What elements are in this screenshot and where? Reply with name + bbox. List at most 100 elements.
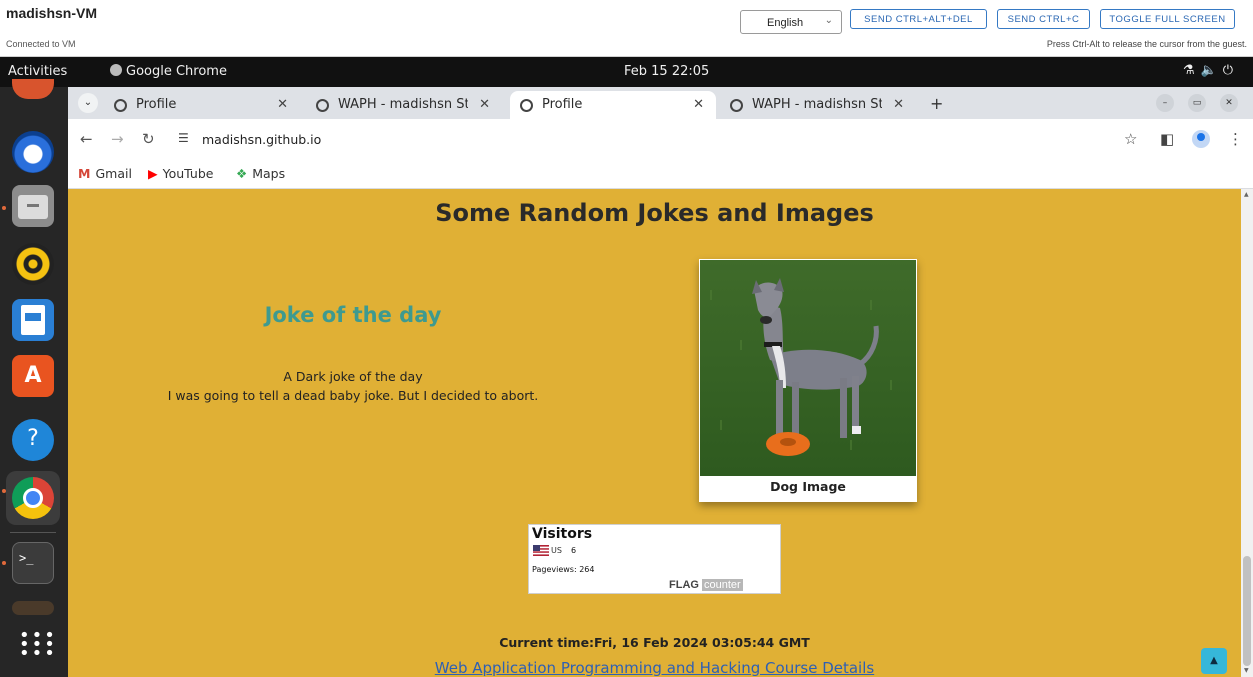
new-tab-button[interactable]: + [930, 94, 943, 113]
bookmark-label: Gmail [95, 166, 132, 181]
joke-text: I was going to tell a dead baby joke. Bu… [167, 388, 539, 403]
reload-button[interactable]: ↻ [142, 130, 155, 148]
show-apps-icon[interactable]: ••• ••• ••• [12, 625, 55, 667]
gnome-top-bar: Activities Google Chrome Feb 15 22:05 ⚗🔈… [0, 57, 1253, 87]
flag-counter-logo: FLAG counter [669, 579, 743, 591]
tab-profile-active[interactable]: Profile ✕ [510, 91, 716, 119]
dog-image-caption: Dog Image [770, 479, 846, 494]
tab-title: WAPH - madishsn Studer [338, 97, 468, 112]
globe-icon [730, 99, 743, 112]
firefox-icon[interactable] [12, 79, 54, 99]
terminal-icon[interactable]: >_ [12, 542, 54, 584]
pageviews-count: Pageviews: 264 [532, 565, 595, 574]
globe-icon [520, 99, 533, 112]
globe-icon [114, 99, 127, 112]
maximize-button[interactable]: ▭ [1188, 94, 1206, 112]
tab-title: Profile [136, 97, 177, 112]
volume-icon: 🔈 [1200, 63, 1223, 78]
logo-counter-text: counter [702, 579, 743, 591]
thunderbird-icon[interactable] [12, 131, 54, 173]
tab-strip: ⌄ Profile ✕ WAPH - madishsn Studer ✕ Pro… [68, 87, 1253, 119]
chrome-window: ⌄ Profile ✕ WAPH - madishsn Studer ✕ Pro… [68, 87, 1253, 677]
address-bar[interactable]: ☰ madishsn.github.io [172, 125, 1112, 155]
close-tab-icon[interactable]: ✕ [693, 97, 704, 112]
chevron-up-icon: ▲ [1210, 655, 1218, 666]
activities-button[interactable]: Activities [8, 64, 67, 79]
vm-console-header: madishsn-VM Connected to VM English ⌄ SE… [0, 0, 1253, 57]
app-menu[interactable]: Google Chrome [110, 64, 227, 79]
gmail-icon: M [78, 166, 91, 181]
close-tab-icon[interactable]: ✕ [277, 97, 288, 112]
forward-button[interactable]: → [111, 130, 124, 148]
send-ctrl-alt-del-button[interactable]: SEND CTRL+ALT+DEL [850, 9, 987, 29]
dock: A ? >_ ••• ••• ••• [0, 79, 68, 677]
help-icon[interactable]: ? [12, 419, 54, 461]
maps-icon: ❖ [236, 166, 248, 181]
running-indicator [2, 206, 6, 210]
language-select-value: English [767, 17, 804, 29]
bookmark-label: Maps [252, 166, 286, 181]
vm-title: madishsn-VM [6, 5, 98, 21]
visitor-country: US [551, 546, 562, 555]
dog-image [700, 260, 916, 476]
bookmark-youtube[interactable]: ▶ YouTube [148, 166, 213, 181]
trash-icon[interactable] [12, 601, 54, 615]
dock-separator [10, 532, 56, 533]
us-flag-icon [533, 545, 549, 556]
back-button[interactable]: ← [80, 130, 93, 148]
dog-image-card: Dog Image [699, 259, 917, 502]
page-scrollbar[interactable]: ▲ ▼ [1241, 189, 1253, 677]
clock[interactable]: Feb 15 22:05 [624, 64, 709, 79]
writer-icon[interactable] [12, 299, 54, 341]
bookmark-label: YouTube [162, 166, 214, 181]
tab-waph[interactable]: WAPH - madishsn Studer ✕ [306, 91, 502, 119]
toggle-full-screen-button[interactable]: TOGGLE FULL SCREEN [1100, 9, 1235, 29]
logo-flag-text: FLAG [669, 579, 699, 591]
back-to-top-button[interactable]: ▲ [1201, 648, 1227, 674]
site-info-icon[interactable]: ☰ [178, 131, 189, 145]
language-select[interactable]: English ⌄ [740, 10, 842, 34]
browser-toolbar: ← → ↻ ☰ madishsn.github.io ☆ ◧ ⋮ [68, 119, 1253, 161]
scroll-up-icon[interactable]: ▲ [1244, 191, 1249, 198]
joke-title: Joke of the day [264, 303, 442, 327]
send-ctrl-c-button[interactable]: SEND CTRL+C [997, 9, 1090, 29]
bookmark-gmail[interactable]: M Gmail [78, 166, 132, 181]
close-tab-icon[interactable]: ✕ [479, 97, 490, 112]
joke-intro: A Dark joke of the day [283, 369, 423, 384]
tab-title: Profile [542, 97, 583, 112]
flag-counter-widget[interactable]: Visitors US 6 Pageviews: 264 FLAG counte… [528, 524, 781, 594]
web-page: Some Random Jokes and Images Joke of the… [68, 189, 1241, 677]
rhythmbox-icon[interactable] [12, 243, 54, 285]
chrome-app-icon [110, 64, 122, 76]
visitors-title: Visitors [532, 526, 593, 542]
bookmark-maps[interactable]: ❖ Maps [236, 166, 285, 181]
current-time: Current time:Fri, 16 Feb 2024 03:05:44 G… [499, 635, 810, 650]
menu-dots-icon[interactable]: ⋮ [1228, 130, 1243, 148]
page-heading: Some Random Jokes and Images [435, 199, 874, 227]
chrome-icon[interactable] [12, 477, 54, 519]
profile-avatar[interactable] [1192, 130, 1210, 148]
scrollbar-thumb[interactable] [1243, 556, 1251, 666]
close-window-button[interactable]: ✕ [1220, 94, 1238, 112]
close-tab-icon[interactable]: ✕ [893, 97, 904, 112]
scroll-down-icon[interactable]: ▼ [1244, 667, 1249, 674]
bookmarks-bar: M Gmail ▶ YouTube ❖ Maps [68, 161, 1253, 189]
url-text: madishsn.github.io [202, 132, 322, 147]
side-panel-icon[interactable]: ◧ [1160, 130, 1174, 148]
chevron-down-icon: ⌄ [824, 15, 833, 26]
app-menu-label: Google Chrome [126, 64, 227, 79]
minimize-button[interactable]: – [1156, 94, 1174, 112]
youtube-icon: ▶ [148, 166, 158, 181]
bookmark-star-icon[interactable]: ☆ [1124, 130, 1137, 148]
power-icon: ⏻ [1222, 63, 1239, 78]
vm-connection-status: Connected to VM [6, 39, 76, 49]
tab-search-button[interactable]: ⌄ [78, 93, 98, 113]
tab-title: WAPH - madishsn Studer [752, 97, 882, 112]
software-icon[interactable]: A [12, 355, 54, 397]
tab-waph-2[interactable]: WAPH - madishsn Studer ✕ [720, 91, 916, 119]
running-indicator [2, 561, 6, 565]
files-icon[interactable] [12, 185, 54, 227]
system-menu[interactable]: ⚗🔈⏻ [1183, 63, 1239, 78]
course-details-link[interactable]: Web Application Programming and Hacking … [68, 659, 1241, 677]
tab-profile[interactable]: Profile ✕ [104, 91, 300, 119]
